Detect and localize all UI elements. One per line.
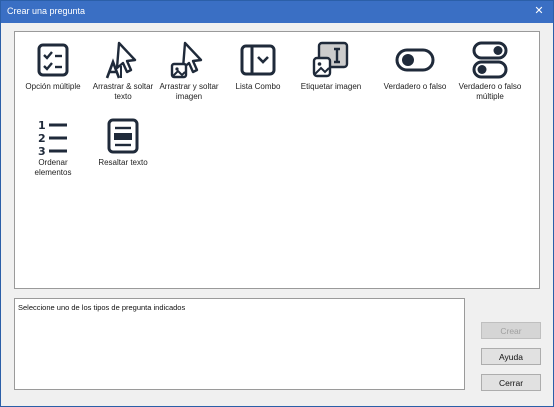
close-icon[interactable]: ✕ xyxy=(525,1,553,23)
question-type-order-items[interactable]: 1 2 3 Ordenar elementos xyxy=(15,116,91,178)
drag-drop-text-icon xyxy=(105,41,137,79)
svg-text:2: 2 xyxy=(38,132,46,145)
question-type-drag-drop-text[interactable]: Arrastrar & soltar texto xyxy=(85,40,161,102)
highlight-text-icon xyxy=(107,118,139,154)
question-type-label: Arrastrar & soltar texto xyxy=(92,82,154,101)
dialog-title: Crear una pregunta xyxy=(7,6,86,16)
svg-text:1: 1 xyxy=(38,119,46,132)
create-question-dialog: Crear una pregunta ✕ Opción múltiple Arr… xyxy=(0,0,554,407)
numbered-list-icon: 1 2 3 xyxy=(38,119,67,156)
title-bar: Crear una pregunta ✕ xyxy=(1,1,553,23)
question-type-label: Etiquetar imagen xyxy=(300,82,362,91)
question-type-label: Arrastrar y soltar imagen xyxy=(159,82,219,101)
svg-text:3: 3 xyxy=(38,145,46,156)
close-button[interactable]: Cerrar xyxy=(481,374,541,391)
create-button[interactable]: Crear xyxy=(481,322,541,339)
multiple-toggle-icon xyxy=(472,41,508,79)
drag-drop-image-icon xyxy=(170,41,203,79)
question-type-label-image[interactable]: Etiquetar imagen xyxy=(293,40,369,92)
question-type-label: Ordenar elementos xyxy=(34,158,72,177)
combo-list-icon xyxy=(240,44,276,76)
question-type-highlight-text[interactable]: Resaltar texto xyxy=(85,116,161,168)
label-image-icon xyxy=(312,41,349,78)
help-button[interactable]: Ayuda xyxy=(481,348,541,365)
multiple-choice-icon xyxy=(37,43,69,77)
description-box: Seleccione uno de los tipos de pregunta … xyxy=(14,298,465,390)
toggle-icon xyxy=(395,48,435,72)
question-type-true-false[interactable]: Verdadero o falso xyxy=(377,40,453,92)
question-type-label: Lista Combo xyxy=(235,82,281,91)
question-type-label: Resaltar texto xyxy=(98,158,148,167)
question-type-combo-list[interactable]: Lista Combo xyxy=(220,40,296,92)
question-type-drag-drop-image[interactable]: Arrastrar y soltar imagen xyxy=(151,40,227,102)
question-type-multiple-choice[interactable]: Opción múltiple xyxy=(15,40,91,92)
question-type-multiple-true-false[interactable]: Verdadero o falso múltiple xyxy=(452,40,528,102)
question-type-label: Opción múltiple xyxy=(25,82,81,91)
question-type-label: Verdadero o falso múltiple xyxy=(458,82,522,101)
question-types-panel: Opción múltiple Arrastrar & soltar texto… xyxy=(14,31,540,289)
question-type-label: Verdadero o falso xyxy=(383,82,447,91)
